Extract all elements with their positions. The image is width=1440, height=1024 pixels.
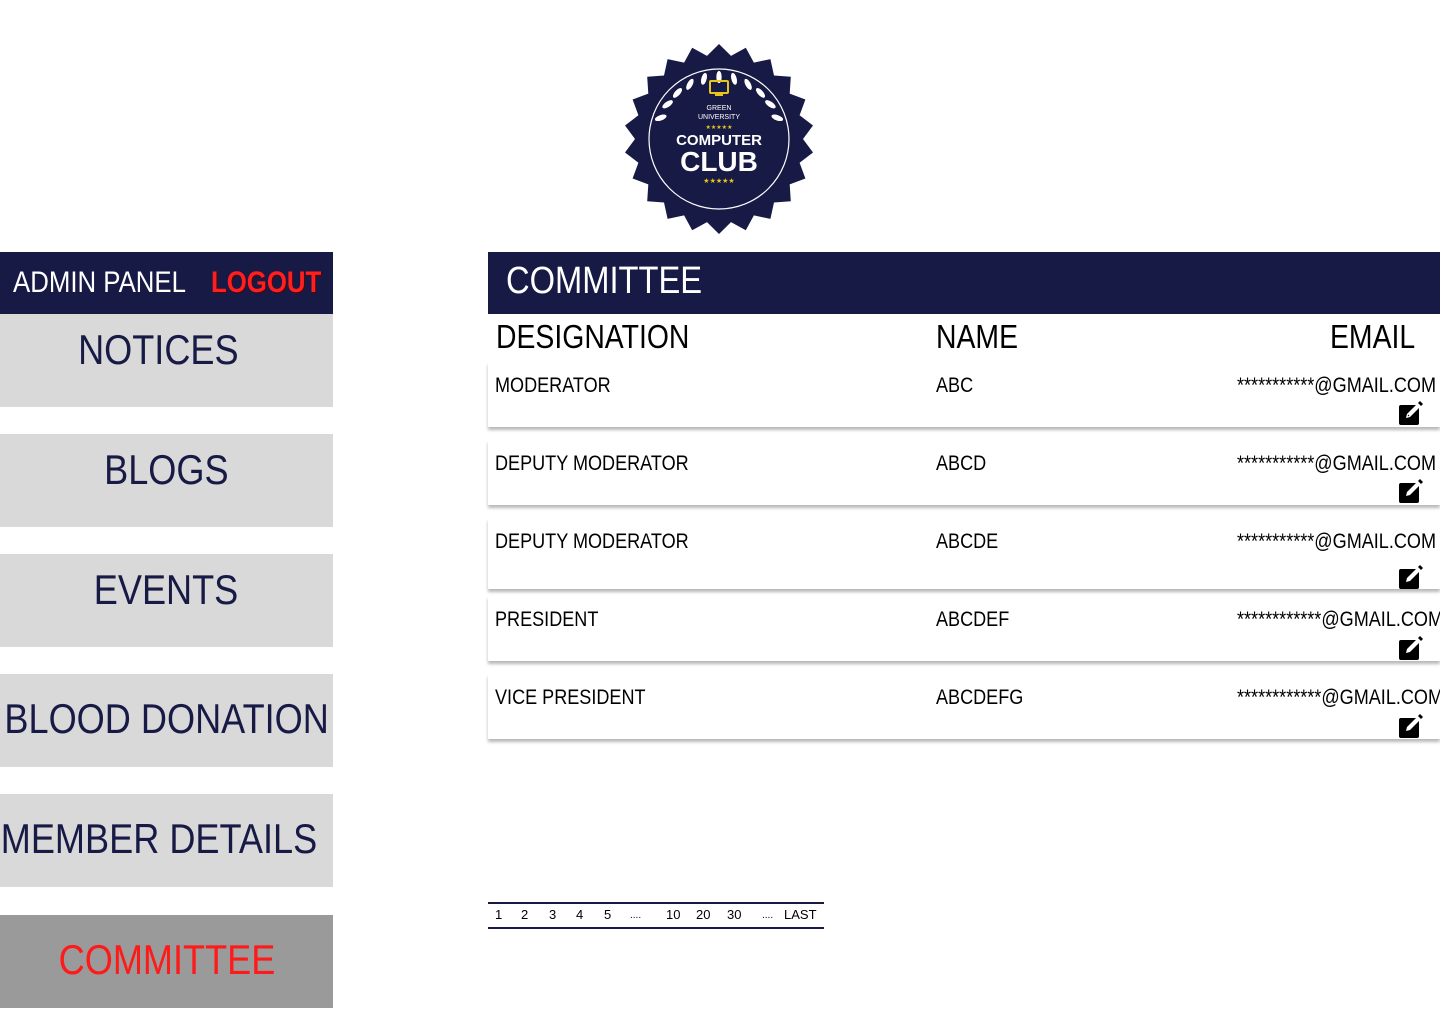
computer-club-logo: GREEN UNIVERSITY ★★★★★ COMPUTER CLUB ★★★… bbox=[625, 44, 813, 234]
row-designation: DEPUTY MODERATOR bbox=[495, 530, 689, 553]
row-designation: MODERATOR bbox=[495, 374, 611, 397]
svg-text:★★★★★: ★★★★★ bbox=[706, 124, 733, 131]
edit-icon[interactable] bbox=[1398, 635, 1424, 661]
page-link[interactable]: 10 bbox=[666, 907, 680, 922]
sidebar-item-member-details[interactable]: MEMBER DETAILS bbox=[0, 794, 333, 887]
logo-line4: CLUB bbox=[680, 146, 758, 177]
table-row: PRESIDENT ABCDEF ************@GMAIL.COM bbox=[488, 596, 1440, 661]
row-email: ***********@GMAIL.COM bbox=[1237, 530, 1436, 553]
column-header-email: EMAIL bbox=[1330, 318, 1416, 355]
edit-icon[interactable] bbox=[1398, 713, 1424, 739]
row-email: ***********@GMAIL.COM bbox=[1237, 374, 1436, 397]
page-title: COMMITTEE bbox=[506, 260, 703, 302]
row-name: ABCDEF bbox=[936, 608, 1010, 631]
admin-panel-header: ADMIN PANEL LOGOUT bbox=[0, 252, 333, 314]
row-email: ************@GMAIL.COM bbox=[1237, 608, 1440, 631]
sidebar-item-label: MEMBER DETAILS bbox=[0, 814, 317, 862]
page-link[interactable]: 1 bbox=[495, 907, 502, 922]
section-header: COMMITTEE bbox=[488, 252, 1440, 314]
logo-line1: GREEN bbox=[707, 105, 732, 112]
row-name: ABCDEFG bbox=[936, 686, 1024, 709]
page-link[interactable]: 5 bbox=[604, 907, 611, 922]
logo-line2: UNIVERSITY bbox=[698, 114, 740, 121]
edit-icon[interactable] bbox=[1398, 400, 1424, 426]
pagination: 1 2 3 4 5 .... 10 20 30 .... LAST bbox=[488, 902, 824, 929]
sidebar-item-label: EVENTS bbox=[94, 565, 239, 613]
row-designation: DEPUTY MODERATOR bbox=[495, 452, 689, 475]
page-ellipsis: .... bbox=[630, 910, 642, 921]
sidebar-item-blood-donation[interactable]: BLOOD DONATION bbox=[0, 674, 333, 767]
page-link[interactable]: 20 bbox=[696, 907, 710, 922]
logout-button[interactable]: LOGOUT bbox=[211, 266, 321, 300]
sidebar-item-blogs[interactable]: BLOGS bbox=[0, 434, 333, 527]
logo-badge: GREEN UNIVERSITY ★★★★★ COMPUTER CLUB ★★★… bbox=[625, 44, 813, 234]
sidebar-item-committee[interactable]: COMMITTEE bbox=[0, 915, 333, 1008]
row-email: ***********@GMAIL.COM bbox=[1237, 452, 1436, 475]
column-header-name: NAME bbox=[936, 318, 1018, 355]
table-row: DEPUTY MODERATOR ABCD ***********@GMAIL.… bbox=[488, 440, 1440, 505]
column-header-designation: DESIGNATION bbox=[496, 318, 690, 355]
sidebar-item-notices[interactable]: NOTICES bbox=[0, 314, 333, 407]
row-name: ABCDE bbox=[936, 530, 999, 553]
sidebar-item-events[interactable]: EVENTS bbox=[0, 554, 333, 647]
page-link[interactable]: 30 bbox=[727, 907, 741, 922]
page-link[interactable]: 2 bbox=[521, 907, 528, 922]
table-row: DEPUTY MODERATOR ABCDE ***********@GMAIL… bbox=[488, 518, 1440, 589]
admin-panel-title: ADMIN PANEL bbox=[13, 266, 186, 299]
sidebar-item-label: BLOGS bbox=[104, 445, 229, 493]
sidebar-item-label: BLOOD DONATION bbox=[4, 694, 329, 742]
row-name: ABC bbox=[936, 374, 974, 397]
page-link[interactable]: 3 bbox=[549, 907, 556, 922]
row-email: ************@GMAIL.COM bbox=[1237, 686, 1440, 709]
page-last-link[interactable]: LAST bbox=[784, 907, 817, 922]
edit-icon[interactable] bbox=[1398, 564, 1424, 590]
sidebar-item-label: COMMITTEE bbox=[58, 935, 275, 983]
row-name: ABCD bbox=[936, 452, 987, 475]
svg-text:★★★★★: ★★★★★ bbox=[703, 177, 734, 185]
edit-icon[interactable] bbox=[1398, 478, 1424, 504]
page-ellipsis: .... bbox=[762, 910, 774, 921]
table-row: VICE PRESIDENT ABCDEFG ************@GMAI… bbox=[488, 674, 1440, 739]
row-designation: PRESIDENT bbox=[495, 608, 599, 631]
row-designation: VICE PRESIDENT bbox=[495, 686, 646, 709]
sidebar-item-label: NOTICES bbox=[78, 325, 239, 373]
page-link[interactable]: 4 bbox=[576, 907, 583, 922]
table-row: MODERATOR ABC ***********@GMAIL.COM bbox=[488, 362, 1440, 427]
